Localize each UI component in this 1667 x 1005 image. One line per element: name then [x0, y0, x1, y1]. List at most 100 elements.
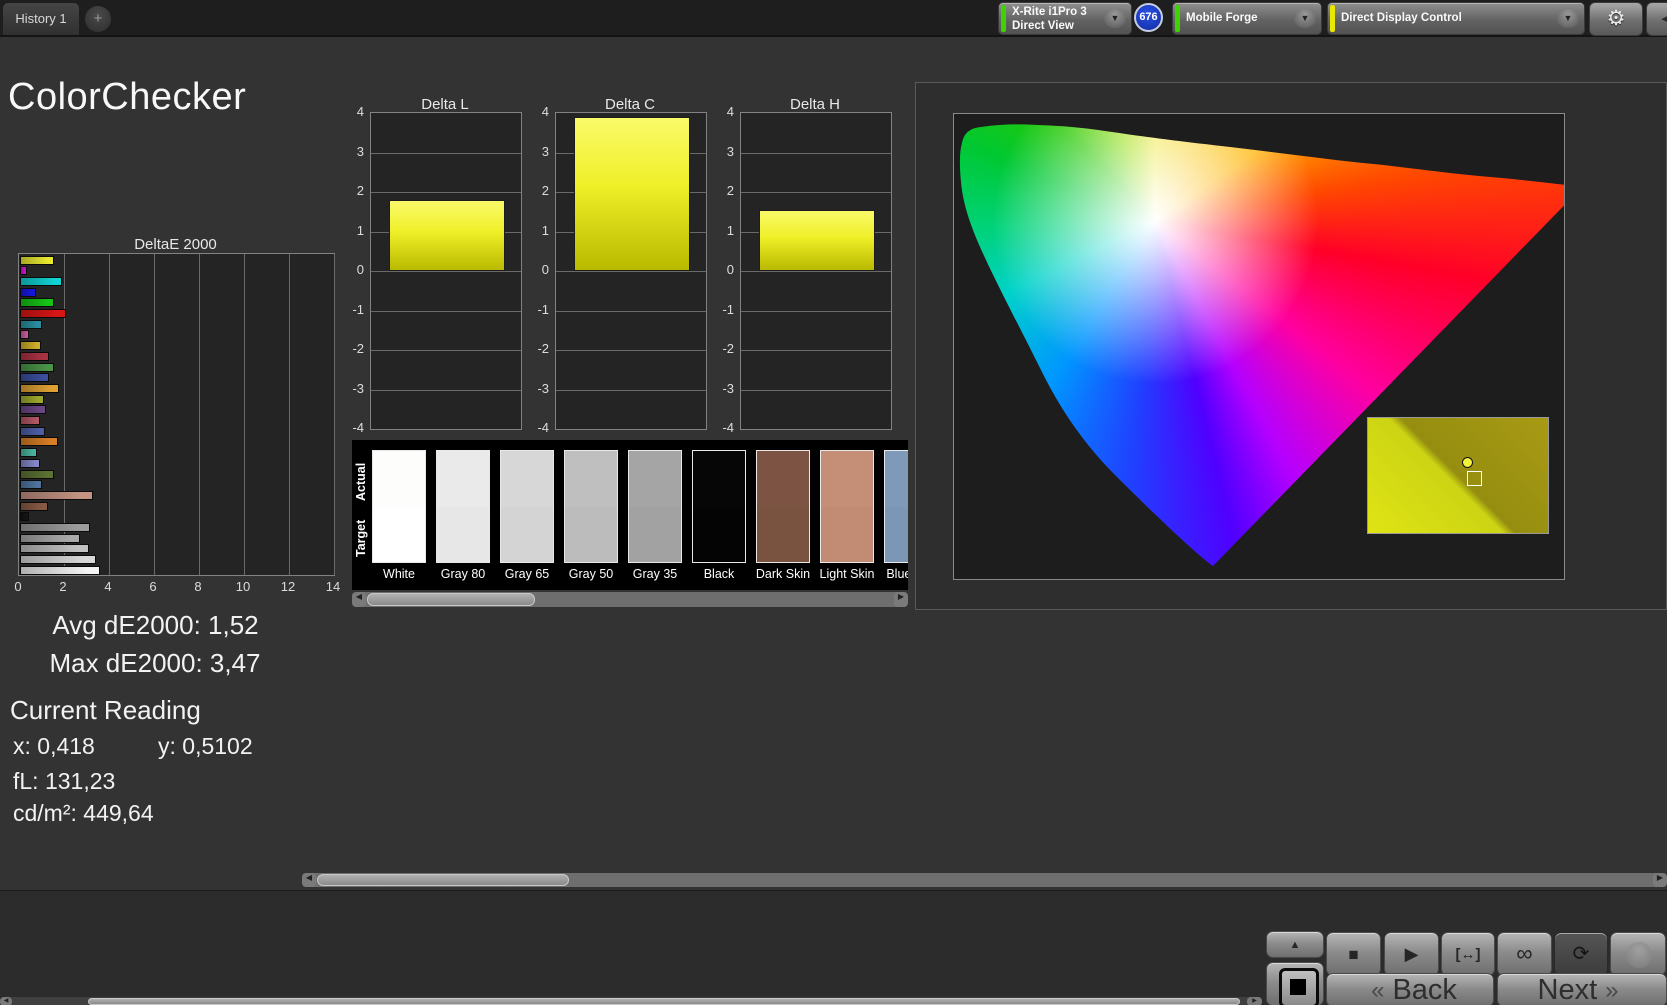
scroll-left-icon[interactable]: ◀ — [352, 592, 366, 607]
scroll-right-icon[interactable]: ▶ — [894, 592, 908, 607]
meter-name: X-Rite i1Pro 3 — [1012, 6, 1087, 18]
scrollbar-thumb[interactable] — [317, 874, 569, 886]
pattern-list-up-button[interactable]: ▲ — [1266, 931, 1324, 958]
actual-swatch — [821, 451, 873, 507]
loop-button[interactable]: ∞ — [1497, 932, 1552, 976]
gridline — [289, 254, 290, 575]
scrollbar-thumb[interactable] — [88, 998, 1240, 1005]
delta-bar — [759, 210, 875, 271]
deltae-bar — [20, 555, 96, 564]
chart-title: Delta H — [740, 96, 890, 113]
swatch-label: Gray 65 — [496, 567, 558, 581]
gridline — [199, 254, 200, 575]
axis-tick-label: 3 — [334, 144, 364, 159]
meter-dropdown-xrite[interactable]: X-Rite i1Pro 3 Direct View ▼ — [998, 2, 1132, 35]
gridline — [741, 192, 891, 193]
color-swatch-black — [692, 450, 746, 563]
color-swatch-dark-skin — [756, 450, 810, 563]
target-swatch — [885, 507, 908, 563]
deltae-bar — [20, 266, 27, 275]
chevron-down-icon[interactable]: ▼ — [1557, 9, 1579, 28]
axis-tick-label: 2 — [519, 183, 549, 198]
axis-tick-label: -4 — [519, 420, 549, 435]
top-bar: History 1 + X-Rite i1Pro 3 Direct View ▼… — [0, 0, 1667, 37]
new-tab-button[interactable]: + — [85, 6, 111, 32]
next-label: Next — [1538, 974, 1598, 1005]
scrollbar-thumb[interactable] — [367, 593, 535, 606]
swatch-label: Gray 35 — [624, 567, 686, 581]
axis-tick-label: 3 — [519, 144, 549, 159]
meter-dropdown-forge[interactable]: Mobile Forge ▼ — [1172, 2, 1322, 35]
chevron-down-icon[interactable]: ▼ — [1104, 9, 1126, 28]
deltae-bar — [20, 566, 100, 575]
deltae-bar — [20, 416, 40, 425]
deltae-bar — [20, 448, 37, 457]
meter-dropdown-display-control[interactable]: Direct Display Control ▼ — [1327, 2, 1585, 35]
reading-y: y: 0,5102 — [158, 733, 253, 760]
color-swatch-blue-sky — [884, 450, 908, 563]
table-scrollbar[interactable]: ◀ ▶ — [302, 873, 1667, 887]
axis-tick-label: -3 — [704, 381, 734, 396]
max-de2000: Max dE2000: 3,47 — [30, 648, 280, 679]
chevron-left-icon[interactable]: ◀ — [1646, 2, 1667, 36]
play-button[interactable]: ▶ — [1384, 932, 1439, 976]
count-badge: 676 — [1134, 3, 1163, 32]
stop-button[interactable]: ■ — [1326, 932, 1381, 976]
delta-l-chart: Delta L 43210-1-2-3-4 — [334, 96, 524, 461]
axis-tick-label: 1 — [704, 223, 734, 238]
gridline — [556, 350, 706, 351]
actual-swatch — [757, 451, 809, 507]
color-swatch-gray-35 — [628, 450, 682, 563]
gridline — [556, 311, 706, 312]
axis-tick-label: -3 — [519, 381, 549, 396]
target-swatch — [501, 507, 553, 563]
chevrons-left-icon: « — [1363, 977, 1392, 1004]
pattern-window-button[interactable] — [1266, 962, 1324, 1005]
scroll-left-icon[interactable]: ◀ — [0, 997, 12, 1005]
axis-tick-label: -4 — [704, 420, 734, 435]
chart-title: Delta L — [370, 96, 520, 113]
pattern-scrollbar[interactable]: ◀ ▶ — [0, 997, 1262, 1005]
axis-tick-label: 0 — [704, 262, 734, 277]
delta-bar — [574, 117, 690, 271]
color-swatch-gray-80 — [436, 450, 490, 563]
deltae-bar — [20, 427, 45, 436]
chart-title: DeltaE 2000 — [18, 236, 333, 253]
gridline — [371, 311, 521, 312]
chevron-down-icon[interactable]: ▼ — [1294, 9, 1316, 28]
gridline — [371, 271, 521, 272]
swatch-label: Blue Sky — [880, 567, 908, 581]
gridline — [741, 153, 891, 154]
gridline — [741, 350, 891, 351]
actual-swatch — [885, 451, 908, 507]
deltae-bar — [20, 534, 80, 543]
deltae-bar — [20, 298, 54, 307]
axis-tick-label: 4 — [97, 579, 119, 594]
scroll-right-icon[interactable]: ▶ — [1653, 873, 1667, 887]
refresh-button[interactable]: ⟳ — [1554, 932, 1608, 976]
back-button[interactable]: «Back — [1326, 973, 1494, 1005]
next-button[interactable]: Next» — [1497, 973, 1667, 1005]
deltae-bar — [20, 277, 62, 286]
gridline — [334, 254, 335, 575]
window-frame-icon — [1279, 968, 1319, 1005]
meter-mode: Direct View — [1012, 20, 1074, 32]
cie-plot — [953, 113, 1565, 580]
avg-de2000: Avg dE2000: 1,52 — [38, 610, 273, 641]
extra-button[interactable] — [1610, 932, 1666, 976]
tab-history-1[interactable]: History 1 — [3, 3, 79, 35]
chart-title: Delta C — [555, 96, 705, 113]
gridline — [154, 254, 155, 575]
status-stripe — [1175, 5, 1180, 32]
scroll-right-icon[interactable]: ▶ — [1247, 997, 1262, 1005]
pattern-size-button[interactable]: [↔] — [1441, 932, 1495, 976]
measured-point — [1462, 457, 1473, 468]
axis-tick-label: 4 — [334, 104, 364, 119]
axis-tick-label: 12 — [277, 579, 299, 594]
actual-swatch — [629, 451, 681, 507]
swatch-scrollbar[interactable]: ◀ ▶ — [352, 592, 908, 607]
chart-plot — [555, 112, 707, 430]
gear-icon[interactable]: ⚙ — [1589, 2, 1643, 36]
scroll-left-icon[interactable]: ◀ — [302, 873, 316, 887]
actual-swatch — [373, 451, 425, 507]
